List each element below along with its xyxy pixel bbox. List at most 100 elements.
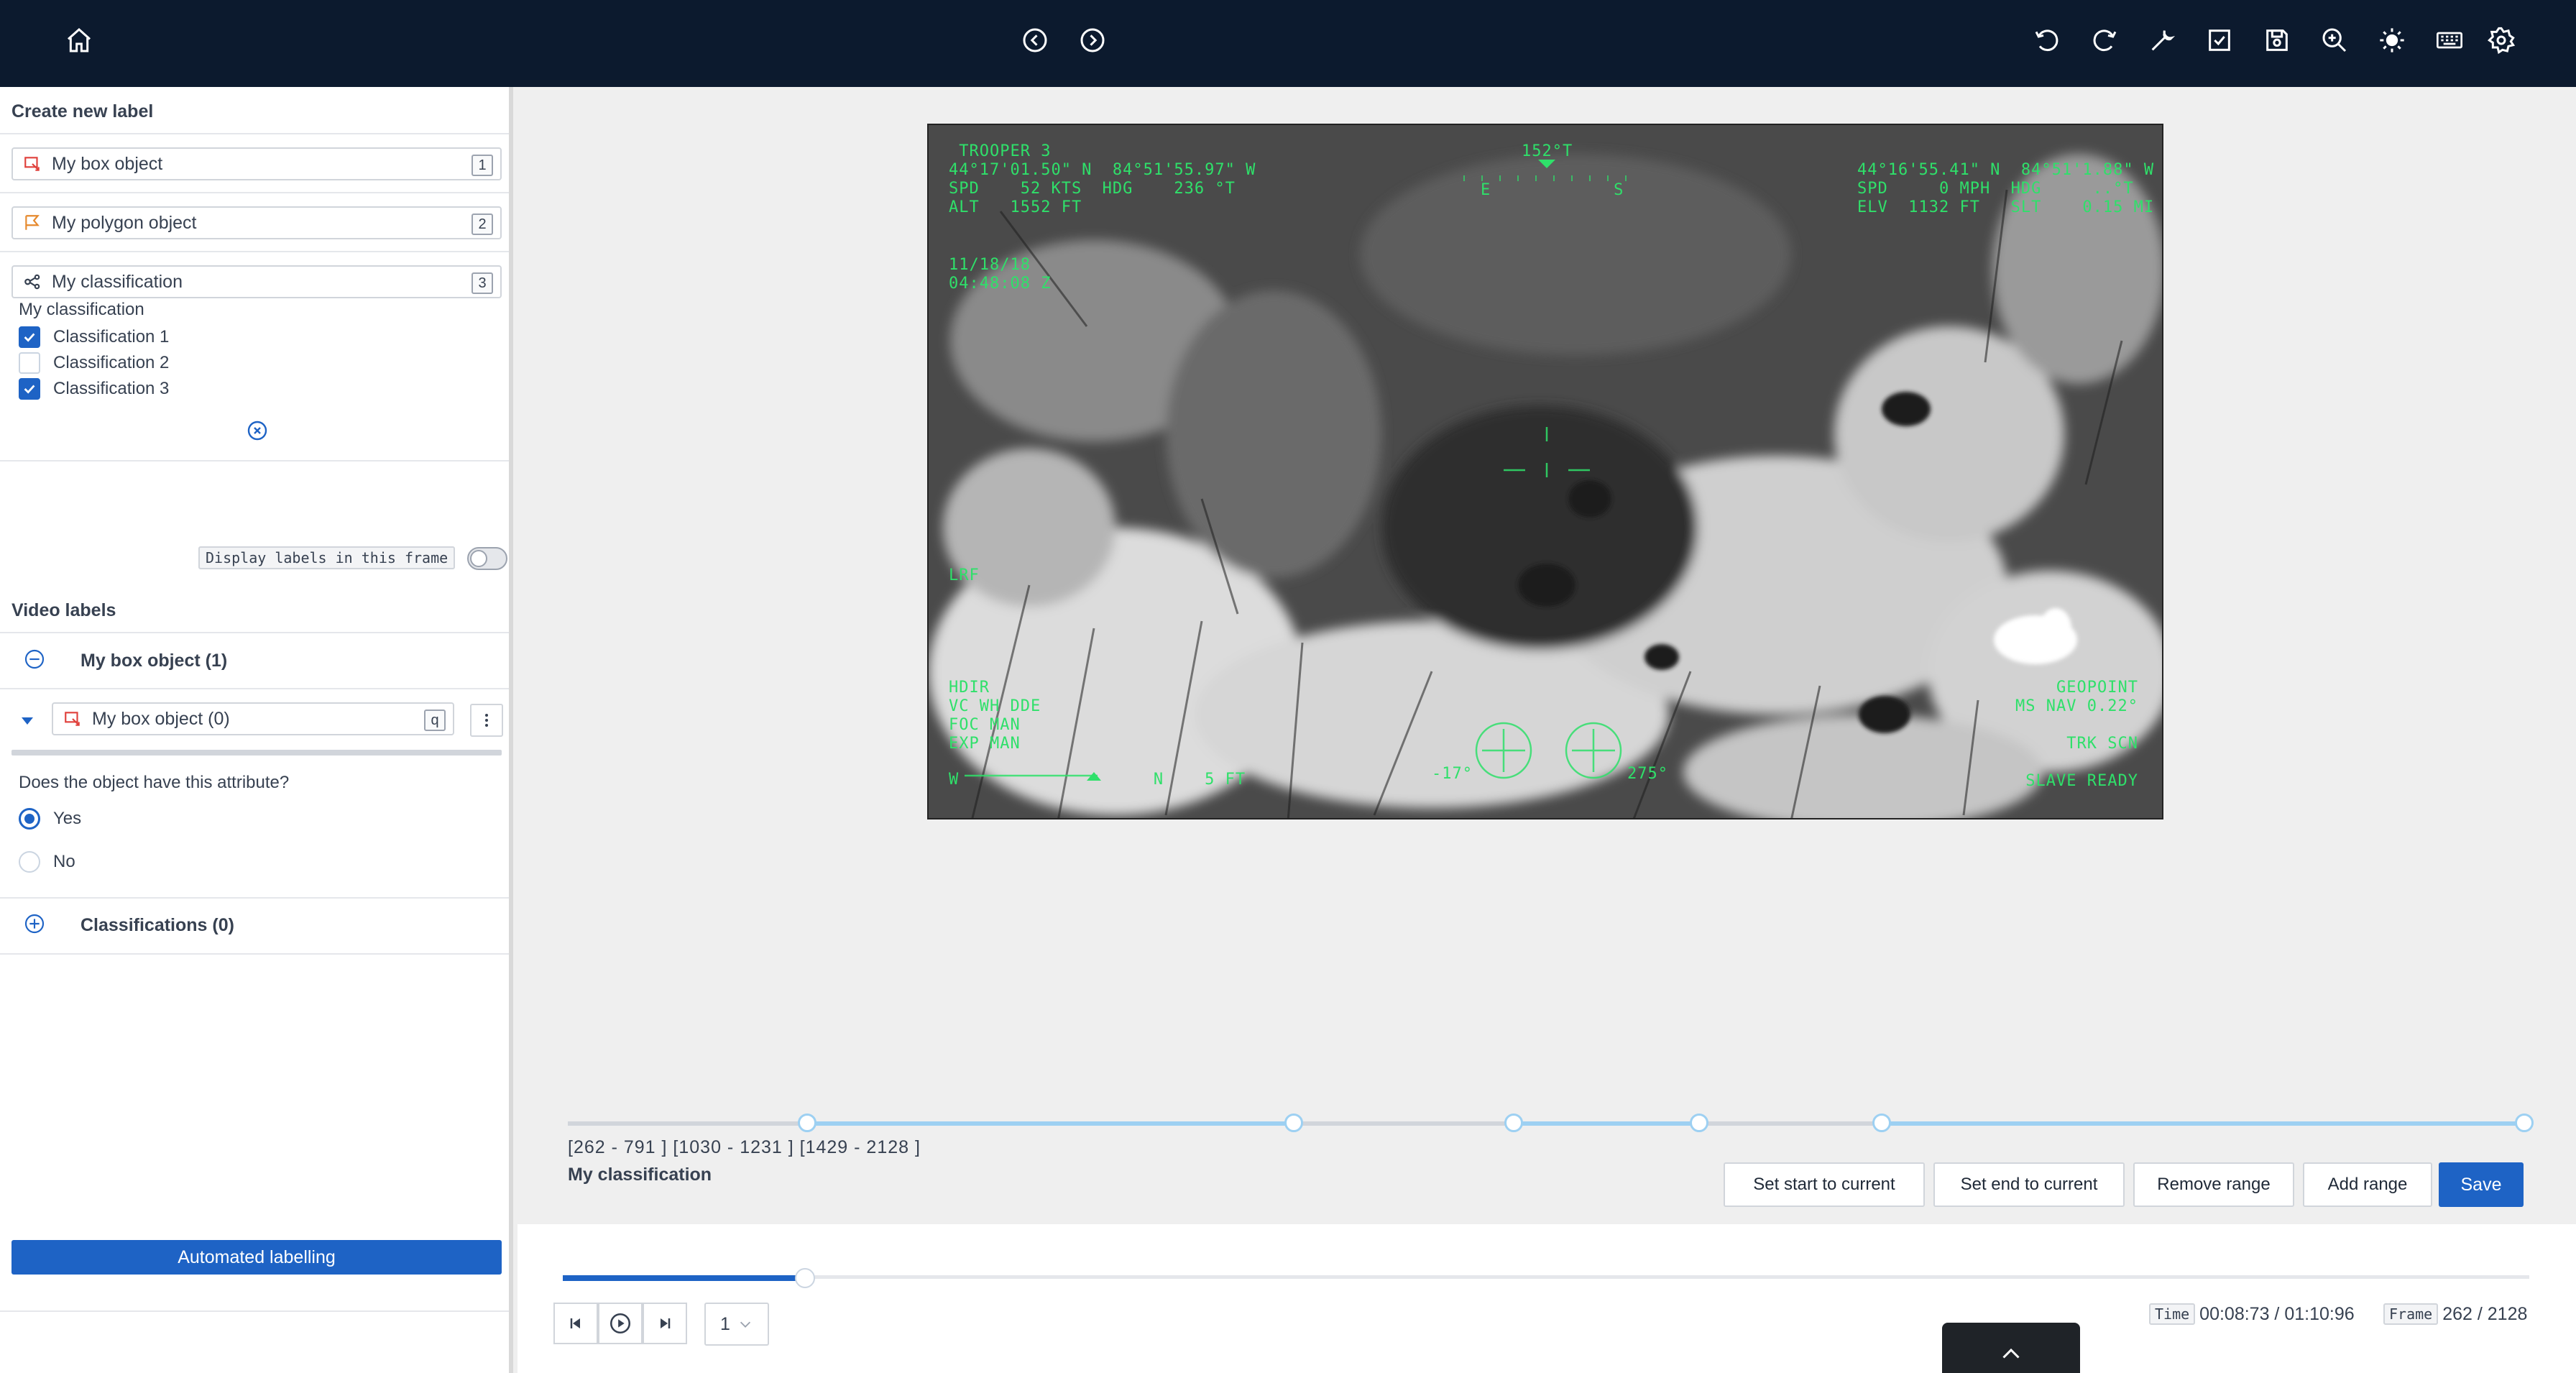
save-button[interactable]: Save (2439, 1162, 2524, 1207)
play-button[interactable] (598, 1303, 643, 1344)
home-icon[interactable] (63, 24, 95, 56)
redo-icon[interactable] (2089, 24, 2120, 56)
label-name: My polygon object (52, 212, 197, 233)
attribute-option-yes[interactable]: Yes (19, 807, 81, 830)
range-handle[interactable] (1690, 1113, 1708, 1132)
hud-angle-left: -17° (1432, 765, 1473, 783)
skip-back-button[interactable] (553, 1303, 598, 1344)
top-toolbar (0, 0, 2576, 87)
range-segment[interactable] (1513, 1121, 1698, 1126)
classification-option[interactable]: Classification 2 (19, 352, 169, 375)
group-classifications[interactable]: Classifications (0) (80, 915, 234, 936)
expand-icon[interactable] (23, 912, 46, 935)
remove-range-button[interactable]: Remove range (2133, 1162, 2294, 1207)
display-labels-label: Display labels in this frame (198, 546, 456, 569)
hud-heading: 152°T (1522, 142, 1573, 160)
frame-value: 262 / 2128 (2442, 1303, 2528, 1324)
undo-icon[interactable] (2031, 24, 2063, 56)
range-handle[interactable] (798, 1113, 816, 1132)
classification-icon (23, 272, 42, 291)
hud-bottom-left: HDIR VC WH DDE FOC MAN EXP MAN (949, 679, 1041, 753)
skip-forward-icon (661, 1318, 671, 1328)
checkbox[interactable] (19, 352, 40, 374)
range-segment[interactable] (806, 1121, 1294, 1126)
brightness-icon[interactable] (2376, 24, 2408, 56)
frame-display: Frame 262 / 2128 (2383, 1303, 2527, 1325)
instance-bar (12, 750, 502, 756)
option-label: Classification 3 (53, 379, 170, 398)
classification-title: My classification (19, 300, 144, 319)
range-handle[interactable] (2515, 1113, 2534, 1132)
checkbox[interactable] (19, 326, 40, 348)
attribute-option-no[interactable]: No (19, 850, 75, 873)
divider (0, 632, 509, 633)
box-icon (63, 710, 82, 728)
skip-forward-button[interactable] (643, 1303, 687, 1344)
video-frame[interactable]: TROOPER 3 44°17'01.50" N 84°51'55.97" W … (927, 124, 2163, 819)
option-label: No (53, 852, 75, 871)
more-options-icon[interactable] (470, 704, 503, 737)
add-range-button[interactable]: Add range (2303, 1162, 2432, 1207)
prev-icon[interactable] (1019, 24, 1051, 56)
divider (0, 897, 509, 899)
option-label: Classification 2 (53, 353, 170, 372)
save-icon[interactable] (2261, 24, 2293, 56)
divider (0, 460, 509, 462)
playback-track[interactable] (563, 1275, 2529, 1279)
settings-icon[interactable] (2485, 24, 2517, 56)
option-label: Yes (53, 809, 82, 828)
checklist-icon[interactable] (2204, 24, 2235, 56)
range-handle[interactable] (1872, 1113, 1891, 1132)
ranges-text: [262 - 791 ] [1030 - 1231 ] [1429 - 2128… (568, 1137, 921, 1157)
time-tag: Time (2149, 1303, 2196, 1325)
set-end-button[interactable]: Set end to current (1933, 1162, 2125, 1207)
label-name: My box object (52, 153, 163, 174)
range-segment[interactable] (1881, 1121, 2524, 1126)
classification-option[interactable]: Classification 1 (19, 326, 169, 349)
shortcut-key: q (424, 710, 446, 731)
create-classification-button[interactable]: My classification 3 (12, 265, 502, 298)
divider (0, 1310, 509, 1312)
automated-labelling-button[interactable]: Automated labelling (12, 1240, 502, 1275)
playback-handle[interactable] (795, 1268, 815, 1288)
chevron-down-icon (740, 1321, 750, 1328)
expand-panel-button[interactable] (1942, 1323, 2080, 1373)
attribute-question: Does the object have this attribute? (19, 773, 290, 792)
player-bar (518, 1224, 2576, 1373)
checkbox[interactable] (19, 378, 40, 400)
range-handle[interactable] (1284, 1113, 1303, 1132)
instance-name: My box object (0) (92, 708, 230, 729)
play-icon (610, 1313, 631, 1334)
display-labels-toggle[interactable] (467, 547, 507, 570)
divider (0, 688, 509, 689)
timeline-classification-name: My classification (568, 1165, 712, 1185)
clear-classification-icon[interactable] (246, 419, 269, 442)
group-box-objects[interactable]: My box object (1) (80, 651, 227, 671)
hud-lrf: LRF (949, 566, 980, 584)
next-icon[interactable] (1077, 24, 1108, 56)
expand-caret-icon[interactable] (19, 712, 36, 730)
classification-option[interactable]: Classification 3 (19, 377, 169, 400)
wrench-icon[interactable] (2146, 24, 2178, 56)
video-labels-title: Video labels (12, 600, 116, 620)
radio[interactable] (19, 851, 40, 873)
speed-value: 1 (720, 1313, 730, 1334)
object-instance[interactable]: My box object (0) q (52, 702, 454, 735)
create-box-object-button[interactable]: My box object 1 (12, 147, 502, 180)
playback-speed-select[interactable]: 1 (704, 1303, 769, 1346)
hud-scale: W N 5 FT (949, 771, 1246, 789)
create-polygon-object-button[interactable]: My polygon object 2 (12, 206, 502, 239)
collapse-icon[interactable] (23, 648, 46, 671)
keyboard-icon[interactable] (2434, 24, 2465, 56)
divider (0, 251, 509, 252)
divider (0, 133, 509, 134)
hud-top-right: 44°16'55.41" N 84°51'1.88" W SPD 0 MPH H… (1857, 161, 2155, 216)
range-handle[interactable] (1504, 1113, 1523, 1132)
radio[interactable] (19, 808, 40, 830)
hud-bottom-right: GEOPOINT MS NAV 0.22° TRK SCN SLAVE READ… (2015, 679, 2138, 790)
hud-datetime: 11/18/18 04:48:08 Z (949, 256, 1052, 293)
polygon-icon (23, 213, 42, 232)
hud-top-left: TROOPER 3 44°17'01.50" N 84°51'55.97" W … (949, 142, 1256, 216)
zoom-icon[interactable] (2319, 24, 2350, 56)
set-start-button[interactable]: Set start to current (1724, 1162, 1925, 1207)
